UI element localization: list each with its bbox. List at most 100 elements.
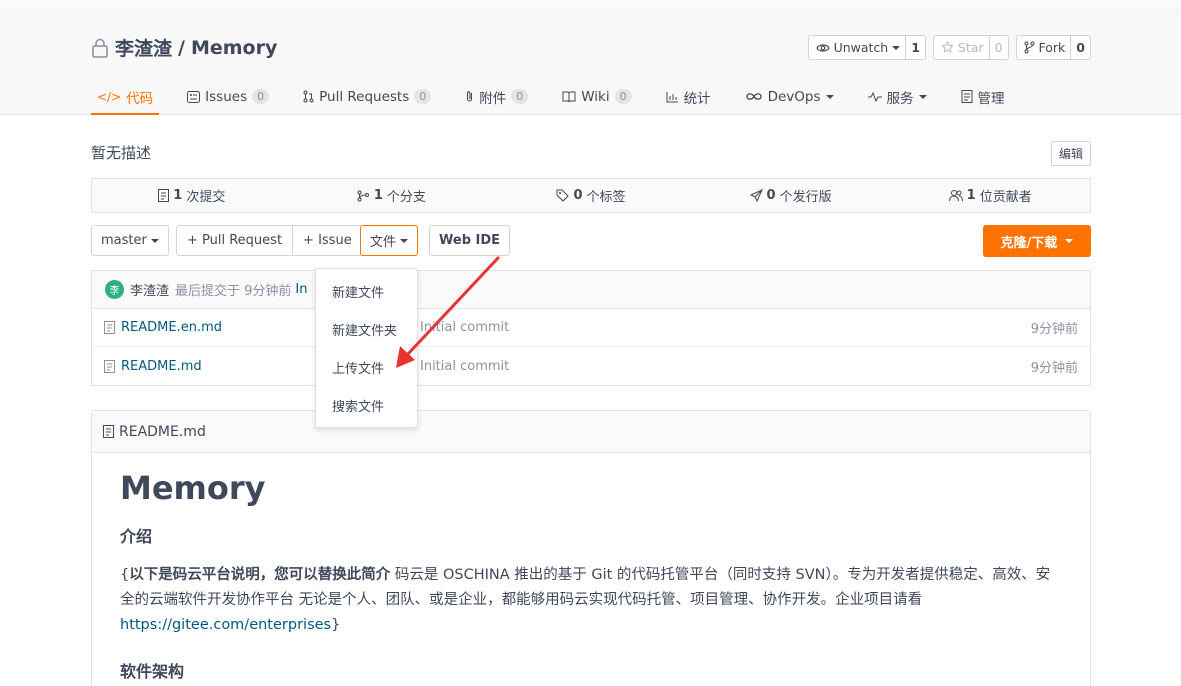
star-count[interactable]: 0 bbox=[988, 36, 1008, 59]
stat-label: 位贡献者 bbox=[979, 190, 1032, 205]
branch-label: master bbox=[101, 233, 147, 248]
file-commit-message[interactable]: Initial commit bbox=[420, 359, 509, 374]
readme-header: README.md bbox=[92, 411, 1090, 453]
tab-wiki[interactable]: Wiki 0 bbox=[556, 80, 637, 115]
file-name: README.md bbox=[121, 358, 202, 374]
stat-contributors[interactable]: 1 位贡献者 bbox=[890, 179, 1090, 212]
readme-intro-heading: 介绍 bbox=[120, 527, 153, 546]
repo-owner-link[interactable]: 李渣渣 bbox=[115, 34, 172, 61]
tab-label: 服务 bbox=[886, 90, 914, 107]
file-link[interactable]: README.en.md bbox=[104, 320, 222, 335]
chevron-down-icon bbox=[892, 45, 901, 50]
tab-manage[interactable]: 管理 bbox=[955, 80, 1011, 115]
commit-time: 最后提交于 9分钟前 bbox=[175, 284, 292, 299]
contributors-icon bbox=[948, 190, 963, 202]
bar-chart-icon bbox=[666, 91, 678, 102]
fork-count[interactable]: 0 bbox=[1070, 36, 1090, 59]
repo-name-link[interactable]: Memory bbox=[191, 37, 277, 59]
tab-label: 代码 bbox=[126, 90, 154, 107]
chevron-down-icon bbox=[1065, 239, 1074, 243]
stat-label: 个发行版 bbox=[779, 190, 832, 205]
tab-attachments[interactable]: 附件 0 bbox=[459, 80, 534, 115]
tab-badge: 0 bbox=[252, 89, 270, 104]
branch-icon bbox=[357, 190, 369, 201]
pull-request-icon bbox=[303, 90, 314, 103]
top-strip bbox=[0, 0, 1181, 10]
watch-count[interactable]: 1 bbox=[905, 36, 925, 59]
readme-title: Memory bbox=[120, 469, 266, 507]
chevron-down-icon bbox=[150, 238, 159, 243]
tab-services[interactable]: 服务 bbox=[862, 80, 933, 115]
tab-statistics[interactable]: 统计 bbox=[660, 80, 717, 115]
stat-count: 1 bbox=[966, 188, 976, 203]
avatar[interactable]: 李 bbox=[105, 280, 124, 299]
tab-label: 附件 bbox=[479, 90, 507, 107]
readme-content: Memory 介绍 {以下是码云平台说明，您可以替换此简介 码云是 OSCHIN… bbox=[92, 453, 1090, 686]
tab-issues[interactable]: Issues 0 bbox=[181, 80, 275, 115]
tab-badge: 0 bbox=[414, 89, 432, 104]
tab-label: Wiki bbox=[581, 88, 610, 105]
file-menu-button[interactable]: 文件 bbox=[360, 225, 419, 256]
fork-icon bbox=[1024, 41, 1035, 54]
menu-item-upload-file[interactable]: 上传文件 bbox=[316, 348, 417, 386]
file-menu-label: 文件 bbox=[370, 235, 397, 250]
tab-code[interactable]: </> 代码 bbox=[91, 80, 160, 115]
readme-arch-heading: 软件架构 bbox=[120, 662, 185, 681]
edit-description-button[interactable]: 编辑 bbox=[1050, 141, 1091, 166]
repo-toolbar: master + Pull Request + Issue 文件 Web IDE… bbox=[91, 225, 1091, 257]
clone-download-button[interactable]: 克隆/下载 bbox=[983, 225, 1091, 257]
file-commit-time: 9分钟前 bbox=[1030, 360, 1078, 376]
watch-button[interactable]: Unwatch 1 bbox=[807, 35, 926, 60]
menu-item-search-file[interactable]: 搜索文件 bbox=[316, 386, 417, 424]
stat-count: 1 bbox=[173, 188, 183, 203]
stat-label: 个标签 bbox=[586, 190, 626, 205]
stat-commits[interactable]: 1 次提交 bbox=[92, 179, 292, 212]
code-icon: </> bbox=[97, 89, 122, 104]
enterprise-link[interactable]: https://gitee.com/enterprises bbox=[120, 617, 331, 633]
tab-badge: 0 bbox=[614, 89, 632, 104]
stat-tags[interactable]: 0 个标签 bbox=[491, 179, 691, 212]
clone-label: 克隆/下载 bbox=[1000, 235, 1058, 251]
new-pull-request-button[interactable]: + Pull Request bbox=[177, 226, 292, 255]
branch-select[interactable]: master bbox=[91, 225, 169, 256]
lock-icon bbox=[91, 38, 109, 58]
new-issue-button[interactable]: + Issue bbox=[292, 226, 362, 255]
fork-button[interactable]: Fork 0 bbox=[1015, 35, 1091, 60]
file-row: README.md Initial commit 9分钟前 bbox=[92, 347, 1090, 385]
fork-label: Fork bbox=[1038, 40, 1066, 55]
commit-message-link[interactable]: In bbox=[295, 282, 307, 297]
create-group: + Pull Request + Issue bbox=[176, 225, 363, 256]
paperclip-icon bbox=[467, 91, 473, 102]
stat-branches[interactable]: 1 个分支 bbox=[292, 179, 492, 212]
web-ide-button[interactable]: Web IDE bbox=[429, 225, 511, 256]
file-commit-message[interactable]: Initial commit bbox=[420, 320, 509, 335]
issues-icon bbox=[187, 90, 201, 103]
chevron-down-icon bbox=[825, 94, 834, 99]
brace-close: } bbox=[331, 617, 341, 633]
menu-item-new-folder[interactable]: 新建文件夹 bbox=[316, 310, 417, 348]
file-link[interactable]: README.md bbox=[104, 359, 202, 374]
stat-count: 1 bbox=[373, 188, 383, 203]
last-commit-row: 李 李渣渣 最后提交于 9分钟前 In bbox=[92, 271, 1090, 309]
repo-header: 李渣渣 / Memory Unwatch 1 Star 0 Fork 0 </>… bbox=[0, 10, 1181, 115]
infinity-icon bbox=[745, 93, 762, 100]
stat-count: 0 bbox=[766, 188, 776, 203]
tab-devops[interactable]: DevOps bbox=[739, 80, 840, 115]
menu-item-new-file[interactable]: 新建文件 bbox=[316, 272, 417, 310]
tab-badge: 0 bbox=[511, 89, 529, 104]
file-row: README.en.md Initial commit 9分钟前 bbox=[92, 309, 1090, 347]
star-button[interactable]: Star 0 bbox=[932, 35, 1009, 60]
stat-label: 次提交 bbox=[186, 190, 226, 205]
repo-separator: / bbox=[178, 36, 185, 59]
stat-releases[interactable]: 0 个发行版 bbox=[691, 179, 891, 212]
repo-title: 李渣渣 / Memory bbox=[91, 34, 277, 61]
tab-label: 统计 bbox=[683, 90, 711, 107]
tab-label: Issues bbox=[205, 88, 248, 105]
tab-pull-requests[interactable]: Pull Requests 0 bbox=[297, 80, 437, 115]
stat-count: 0 bbox=[573, 188, 583, 203]
star-label: Star bbox=[957, 40, 984, 55]
stat-label: 个分支 bbox=[386, 190, 426, 205]
file-icon bbox=[104, 321, 115, 334]
commit-author[interactable]: 李渣渣 bbox=[130, 280, 169, 299]
repo-tabs: </> 代码 Issues 0 Pull Requests 0 附件 0 Wik… bbox=[91, 80, 1033, 115]
